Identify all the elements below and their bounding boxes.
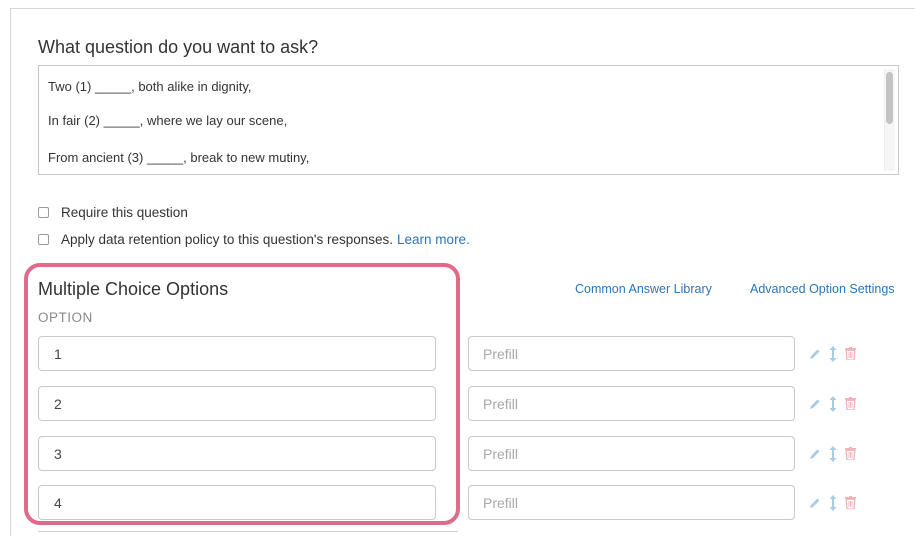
trash-icon[interactable] [845,496,856,510]
option-row-4-actions [809,485,864,520]
require-question-checkbox[interactable] [38,207,49,218]
prefill-input-3[interactable] [468,436,795,471]
question-label: What question do you want to ask? [38,37,319,57]
prefill-input-2[interactable] [468,386,795,421]
data-retention-checkbox[interactable] [38,234,49,245]
reorder-arrows-icon[interactable] [829,494,837,511]
reorder-arrows-icon[interactable] [829,395,837,412]
option-row-2-actions [809,386,864,421]
reorder-arrows-icon[interactable] [829,345,837,362]
pencil-icon[interactable] [809,348,821,360]
prefill-input-4[interactable] [468,485,795,520]
editor-scrollbar-thumb[interactable] [886,72,893,124]
option-input-4[interactable] [38,485,436,520]
require-question-row[interactable]: Require this question [38,205,188,220]
question-text-line-3: From ancient (3) _____, break to new mut… [48,150,310,165]
question-text-editor[interactable]: Two (1) _____, both alike in dignity, In… [38,65,899,175]
option-row-3-actions [809,436,864,471]
option-input-3[interactable] [38,436,436,471]
advanced-option-settings-link[interactable]: Advanced Option Settings [750,282,895,296]
prefill-input-1[interactable] [468,336,795,371]
multiple-choice-options-title: Multiple Choice Options [38,279,229,299]
reorder-arrows-icon[interactable] [829,445,837,462]
question-text-line-1: Two (1) _____, both alike in dignity, [48,79,252,94]
pencil-icon[interactable] [809,398,821,410]
pencil-icon[interactable] [809,497,821,509]
option-column-header: OPTION [38,310,93,325]
editor-scrollbar[interactable] [884,69,895,171]
question-text-line-2: In fair (2) _____, where we lay our scen… [48,113,288,128]
require-question-label: Require this question [61,205,188,220]
next-option-row-edge [38,531,458,537]
learn-more-link[interactable]: Learn more. [397,232,470,247]
data-retention-label: Apply data retention policy to this ques… [61,232,394,247]
option-row-1-actions [809,336,864,371]
trash-icon[interactable] [845,447,856,461]
data-retention-row[interactable]: Apply data retention policy to this ques… [38,232,470,247]
trash-icon[interactable] [845,347,856,361]
trash-icon[interactable] [845,397,856,411]
pencil-icon[interactable] [809,448,821,460]
common-answer-library-link[interactable]: Common Answer Library [575,282,712,296]
option-input-2[interactable] [38,386,436,421]
option-input-1[interactable] [38,336,436,371]
